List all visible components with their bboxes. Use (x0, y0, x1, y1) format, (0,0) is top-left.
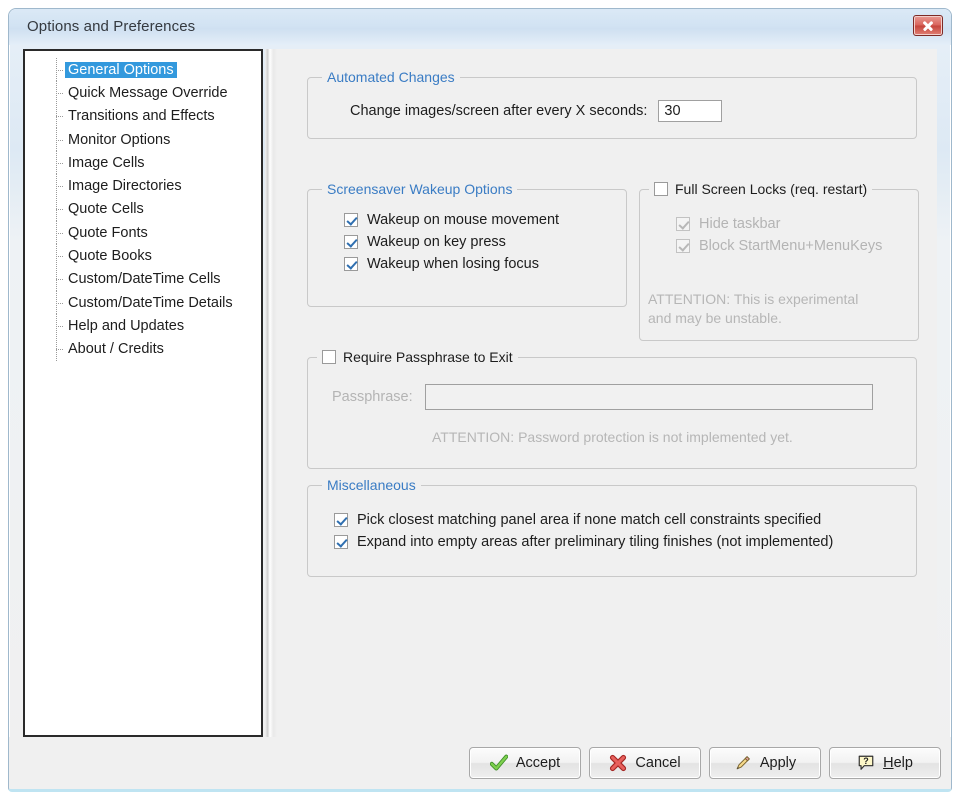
misc-option-label: Expand into empty areas after preliminar… (357, 534, 834, 550)
passphrase-group: Require Passphrase to Exit Passphrase: A… (307, 349, 917, 469)
fullscreen-lock-option-label: Block StartMenu+MenuKeys (699, 238, 883, 254)
sidebar-item-transitions-and-effects[interactable]: Transitions and Effects (25, 104, 261, 129)
passphrase-title: Require Passphrase to Exit (343, 349, 513, 365)
interval-input[interactable] (658, 100, 723, 122)
miscellaneous-group: Miscellaneous Pick closest matching pane… (307, 477, 917, 577)
fullscreen-lock-option-checkbox (676, 217, 690, 231)
wakeup-options-list: Wakeup on mouse movement Wakeup on key pr… (344, 212, 559, 278)
sidebar-item-custom-datetime-details[interactable]: Custom/DateTime Details (25, 290, 261, 315)
sidebar-item-quote-fonts[interactable]: Quote Fonts (25, 221, 261, 245)
passphrase-input[interactable] (424, 384, 873, 410)
sidebar-item-label: Custom/DateTime Cells (68, 271, 221, 288)
sidebar-item-label: Custom/DateTime Details (68, 294, 233, 311)
panel-splitter[interactable] (265, 49, 277, 737)
close-icon[interactable] (913, 15, 943, 36)
question-bubble-icon: ? (858, 755, 874, 770)
cancel-button[interactable]: Cancel (589, 747, 701, 779)
wakeup-option-row[interactable]: Wakeup on mouse movement (344, 212, 559, 228)
sidebar-item-quote-books[interactable]: Quote Books (25, 244, 261, 268)
sidebar-item-label: Image Cells (68, 154, 145, 171)
cancel-button-label: Cancel (635, 755, 681, 771)
misc-option-label: Pick closest matching panel area if none… (357, 512, 822, 528)
fullscreen-locks-title-row: Full Screen Locks (req. restart) (649, 181, 873, 197)
sidebar-item-custom-datetime-cells[interactable]: Custom/DateTime Cells (25, 267, 261, 292)
wakeup-option-label: Wakeup on mouse movement (367, 212, 560, 228)
interval-label: Change images/screen after every X secon… (350, 103, 648, 119)
wakeup-option-checkbox[interactable] (344, 257, 358, 271)
miscellaneous-list: Pick closest matching panel area if none… (334, 512, 833, 556)
options-dialog-window: Options and Preferences General Options Q… (8, 8, 952, 792)
settings-tree-list: General Options Quick Message Override Tra… (25, 51, 261, 362)
sidebar-item-label: Quote Fonts (68, 224, 148, 241)
accept-button[interactable]: Accept (469, 747, 581, 779)
red-x-icon (610, 754, 627, 772)
misc-option-checkbox[interactable] (334, 535, 348, 549)
fullscreen-lock-option-label: Hide taskbar (699, 216, 781, 232)
misc-option-row[interactable]: Expand into empty areas after preliminar… (334, 534, 833, 550)
wakeup-option-label: Wakeup on key press (367, 234, 506, 250)
misc-option-row[interactable]: Pick closest matching panel area if none… (334, 512, 833, 528)
sidebar-item-label: General Options (65, 61, 177, 78)
sidebar-item-label: Image Directories (68, 178, 182, 195)
svg-text:?: ? (863, 756, 869, 766)
title-bar: Options and Preferences (9, 9, 951, 45)
wakeup-option-checkbox[interactable] (344, 235, 358, 249)
sidebar-item-label: Transitions and Effects (68, 108, 215, 125)
apply-button-label: Apply (759, 755, 797, 771)
sidebar-item-quick-message-override[interactable]: Quick Message Override (25, 81, 261, 105)
fullscreen-locks-title: Full Screen Locks (req. restart) (675, 181, 868, 197)
sidebar-item-label: Quick Message Override (68, 84, 228, 101)
sidebar-item-monitor-options[interactable]: Monitor Options (25, 127, 261, 152)
sidebar-item-image-cells[interactable]: Image Cells (25, 151, 261, 175)
sidebar-item-label: Quote Books (68, 248, 152, 265)
fullscreen-lock-option-checkbox (676, 239, 690, 253)
wakeup-option-row[interactable]: Wakeup on key press (344, 234, 559, 250)
misc-option-checkbox[interactable] (334, 513, 348, 527)
require-passphrase-checkbox[interactable] (322, 350, 336, 364)
fullscreen-lock-option-row: Hide taskbar (676, 216, 882, 232)
automated-changes-title: Automated Changes (322, 69, 460, 85)
settings-content-panel: Automated Changes Change images/screen a… (277, 49, 937, 737)
passphrase-label: Passphrase: (332, 389, 413, 405)
sidebar-item-label: Help and Updates (68, 317, 185, 334)
wakeup-options-group: Screensaver Wakeup Options Wakeup on mou… (307, 181, 627, 307)
window-title: Options and Preferences (27, 18, 196, 35)
help-button-label: Help (883, 755, 913, 771)
sidebar-item-label: About / Credits (68, 341, 164, 358)
automated-changes-group: Automated Changes Change images/screen a… (307, 69, 917, 139)
help-label-rest: elp (893, 755, 913, 771)
sidebar-item-about-credits[interactable]: About / Credits (25, 337, 261, 362)
pencil-icon (736, 756, 750, 770)
sidebar-item-help-and-updates[interactable]: Help and Updates (25, 314, 261, 338)
fullscreen-locks-note: ATTENTION: This is experimental and may … (648, 291, 859, 326)
sidebar-item-image-directories[interactable]: Image Directories (25, 174, 261, 199)
fullscreen-locks-checkbox[interactable] (654, 182, 668, 196)
fullscreen-locks-group: Full Screen Locks (req. restart) Hide ta… (639, 181, 919, 341)
wakeup-options-title: Screensaver Wakeup Options (322, 181, 518, 197)
sidebar-item-quote-cells[interactable]: Quote Cells (25, 197, 261, 222)
sidebar-item-label: Quote Cells (68, 201, 144, 218)
wakeup-option-row[interactable]: Wakeup when losing focus (344, 256, 559, 272)
accept-button-label: Accept (515, 755, 561, 771)
passphrase-title-row: Require Passphrase to Exit (317, 349, 518, 365)
fullscreen-locks-list: Hide taskbar Block StartMenu+MenuKeys (676, 216, 882, 260)
sidebar-item-general-options[interactable]: General Options (25, 58, 261, 82)
apply-button[interactable]: Apply (709, 747, 821, 779)
dialog-button-bar: Accept Cancel Apply ? Help (9, 737, 951, 789)
green-check-icon (489, 754, 508, 771)
fullscreen-lock-option-row: Block StartMenu+MenuKeys (676, 238, 882, 254)
wakeup-option-checkbox[interactable] (344, 213, 358, 227)
miscellaneous-title: Miscellaneous (322, 477, 421, 493)
help-button[interactable]: ? Help (829, 747, 941, 779)
sidebar-item-label: Monitor Options (68, 131, 171, 148)
help-accel: H (883, 755, 894, 771)
settings-tree-panel[interactable]: General Options Quick Message Override Tra… (23, 49, 263, 737)
passphrase-note: ATTENTION: Password protection is not im… (432, 429, 793, 445)
wakeup-option-label: Wakeup when losing focus (367, 256, 539, 272)
